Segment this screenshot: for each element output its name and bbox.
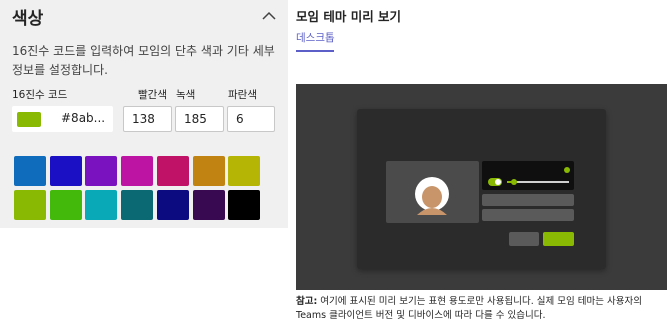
- hex-code-label: 16진수 코드: [12, 89, 68, 101]
- chevron-up-icon[interactable]: [260, 8, 278, 22]
- tab-desktop[interactable]: 데스크톱: [296, 30, 335, 45]
- preview-slider-thumb: [511, 179, 517, 185]
- panel-title: 색상: [12, 9, 44, 29]
- red-label: 빨간색: [138, 89, 167, 101]
- color-settings-panel: 색상 16진수 코드를 입력하여 모임의 단추 색과 기타 세부 정보를 설정합…: [0, 0, 288, 228]
- color-swatch[interactable]: [85, 190, 118, 220]
- preview-placeholder-bar: [482, 194, 574, 206]
- note-label: 참고:: [296, 296, 318, 307]
- color-swatch[interactable]: [85, 156, 118, 186]
- preview-control-panel: [482, 161, 574, 190]
- color-swatch[interactable]: [49, 156, 82, 186]
- status-dot: [564, 167, 570, 173]
- color-swatch[interactable]: [121, 190, 154, 220]
- selected-color-preview: [17, 112, 41, 127]
- panel-description: 16진수 코드를 입력하여 모임의 단추 색과 기타 세부 정보를 설정합니다.: [12, 44, 275, 77]
- preview-video-tile: [386, 161, 479, 223]
- color-swatch[interactable]: [192, 156, 225, 186]
- preview-secondary-button: [509, 232, 539, 246]
- color-swatch[interactable]: [14, 190, 46, 220]
- preview-note: 참고: 여기에 표시된 미리 보기는 표현 용도로만 사용됩니다. 실제 모임 …: [296, 295, 668, 323]
- color-swatch[interactable]: [156, 156, 189, 186]
- color-swatch[interactable]: [14, 156, 46, 186]
- tab-selected-indicator: [296, 50, 334, 52]
- blue-label: 파란색: [228, 89, 257, 101]
- avatar-icon: [414, 175, 450, 215]
- hex-code-input[interactable]: #8ab...: [12, 106, 113, 132]
- preview-title: 모임 테마 미리 보기: [296, 9, 402, 24]
- red-value-input[interactable]: 138: [123, 106, 172, 132]
- color-swatch[interactable]: [156, 190, 189, 220]
- green-value-input[interactable]: 185: [175, 106, 224, 132]
- color-swatch[interactable]: [192, 190, 225, 220]
- hex-code-value: #8ab...: [61, 111, 106, 125]
- color-swatch[interactable]: [228, 190, 261, 220]
- preview-placeholder-bar: [482, 209, 574, 221]
- blue-value-input[interactable]: 6: [227, 106, 275, 132]
- green-label: 녹색: [176, 89, 196, 101]
- preview-toggle: [488, 178, 502, 186]
- color-swatch[interactable]: [228, 156, 261, 186]
- preview-primary-button: [543, 232, 574, 246]
- note-text: 여기에 표시된 미리 보기는 표현 용도로만 사용됩니다. 실제 모임 테마는 …: [296, 296, 642, 321]
- color-swatch[interactable]: [121, 156, 154, 186]
- color-swatch[interactable]: [49, 190, 82, 220]
